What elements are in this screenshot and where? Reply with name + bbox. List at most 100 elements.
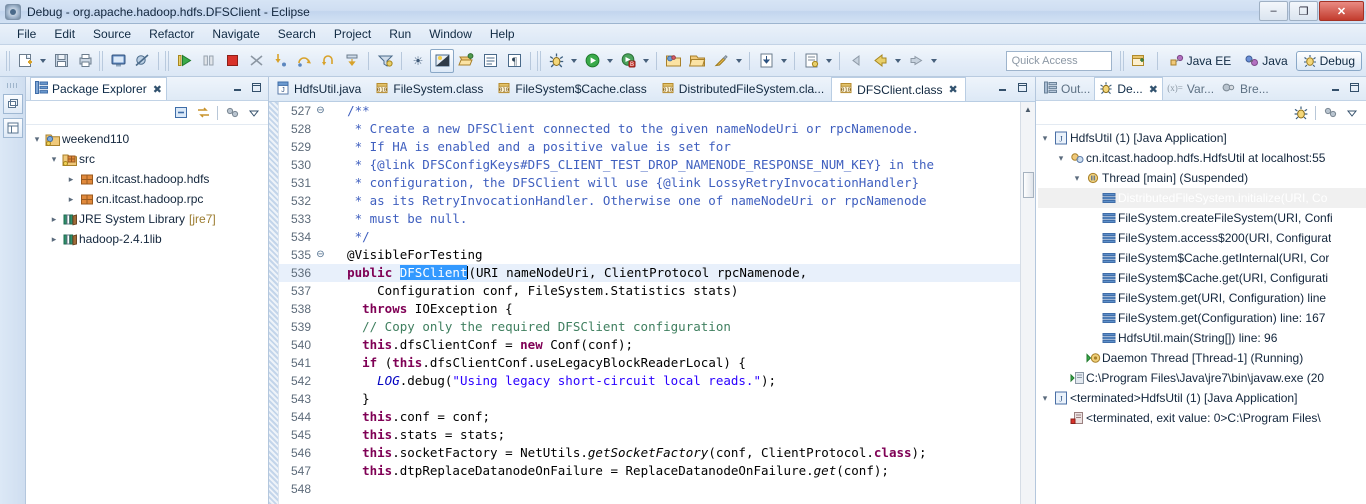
perspective-java-ee[interactable]: Java EE [1164, 52, 1238, 70]
package-explorer-fastview-icon[interactable] [2, 118, 23, 138]
open-type-icon[interactable] [454, 49, 478, 73]
package-explorer-tree[interactable]: ▾ weekend110 ▾ src ▸ cn.itcast.hadoop.hdfs ▸ cn… [26, 125, 268, 249]
show-whitespace-icon[interactable]: ¶ [502, 49, 526, 73]
maximize-editor-icon[interactable] [1016, 81, 1029, 97]
debug-tree-item[interactable]: FileSystem.get(URI, Configuration) line [1038, 288, 1366, 308]
code-line[interactable]: 537 Configuration conf, FileSystem.Stati… [279, 282, 1020, 300]
expand-arrow-icon[interactable]: ▾ [30, 134, 44, 145]
new-java-package-icon[interactable] [661, 49, 685, 73]
menu-item-refactor[interactable]: Refactor [140, 25, 203, 43]
code-line[interactable]: 535 ⊖ @VisibleForTesting [279, 246, 1020, 264]
open-task-icon[interactable] [478, 49, 502, 73]
toolbar-grip[interactable] [99, 50, 104, 71]
fast-view-grip[interactable] [6, 83, 19, 88]
use-step-filters-icon[interactable] [373, 49, 397, 73]
maximize-view-icon[interactable] [250, 81, 263, 97]
debug-perspective-icon[interactable] [544, 49, 568, 73]
debug-tab-bre[interactable]: Bre... [1218, 79, 1273, 99]
tree-item-src[interactable]: ▾ src [30, 149, 268, 169]
code-line[interactable]: 527 ⊖ /** [279, 102, 1020, 120]
code-line[interactable]: 529 * If HA is enabled and a positive va… [279, 138, 1020, 156]
debug-tree-item[interactable]: FileSystem$Cache.get(URI, Configurati [1038, 268, 1366, 288]
tree-item-hadoop-2-4-1lib[interactable]: ▸ hadoop-2.4.1lib [30, 229, 268, 249]
suspend-icon[interactable] [196, 49, 220, 73]
minimize-view-icon[interactable] [1329, 81, 1342, 97]
menu-item-navigate[interactable]: Navigate [203, 25, 268, 43]
scroll-up-icon[interactable]: ▲ [1021, 102, 1036, 117]
code-line[interactable]: 528 * Create a new DFSClient connected t… [279, 120, 1020, 138]
tree-item-weekend110[interactable]: ▾ weekend110 [30, 129, 268, 149]
expand-arrow-icon[interactable]: ▸ [64, 174, 78, 185]
code-line[interactable]: 548 [279, 480, 1020, 498]
perspective-java[interactable]: Java [1239, 52, 1293, 70]
debug-caret[interactable] [571, 58, 577, 63]
expand-arrow-icon[interactable]: ▾ [1070, 173, 1084, 184]
scrollbar-thumb[interactable] [1022, 172, 1034, 198]
close-icon[interactable]: ✖ [949, 83, 958, 96]
tree-item-jre-system-library[interactable]: ▸ JRE System Library [jre7] [30, 209, 268, 229]
toolbar-grip[interactable] [537, 50, 542, 71]
back-caret[interactable] [895, 58, 901, 63]
run-icon[interactable] [580, 49, 604, 73]
editor-tab-filesystem-cache-class[interactable]: 010 FileSystem$Cache.class [490, 77, 653, 101]
close-icon[interactable]: ✖ [153, 83, 162, 96]
menu-item-source[interactable]: Source [84, 25, 140, 43]
open-folder-icon[interactable] [685, 49, 709, 73]
external-tools-caret[interactable] [736, 58, 742, 63]
print-icon[interactable] [73, 49, 97, 73]
debug-tree-item[interactable]: DistributedFileSystem.initialize(URI, Co [1038, 188, 1366, 208]
focus-on-active-task-icon[interactable] [224, 105, 240, 121]
coverage-icon[interactable]: B [616, 49, 640, 73]
code-line[interactable]: 547 this.dtpReplaceDatanodeOnFailure = R… [279, 462, 1020, 480]
code-line[interactable]: 532 * as its RetryInvocationHandler. Oth… [279, 192, 1020, 210]
code-line[interactable]: 545 this.stats = stats; [279, 426, 1020, 444]
back-small-icon[interactable] [844, 49, 868, 73]
code-line[interactable]: 543 } [279, 390, 1020, 408]
annotation-icon[interactable] [799, 49, 823, 73]
coverage-caret[interactable] [643, 58, 649, 63]
quick-access-input[interactable]: Quick Access [1005, 50, 1112, 71]
editor-vertical-scrollbar[interactable]: ▲ [1020, 102, 1035, 504]
drop-to-frame-icon[interactable] [340, 49, 364, 73]
menu-item-help[interactable]: Help [481, 25, 524, 43]
code-line[interactable]: 542 LOG.debug("Using legacy short-circui… [279, 372, 1020, 390]
editor-tab-dfsclient-class[interactable]: 010 DFSClient.class ✖ [831, 77, 966, 101]
debug-tree-item[interactable]: Daemon Thread [Thread-1] (Running) [1038, 348, 1366, 368]
debug-tree-item[interactable]: FileSystem.access$200(URI, Configurat [1038, 228, 1366, 248]
menu-item-search[interactable]: Search [269, 25, 325, 43]
menu-item-file[interactable]: File [8, 25, 45, 43]
code-line[interactable]: 541 if (this.dfsClientConf.useLegacyBloc… [279, 354, 1020, 372]
debug-tree-item[interactable]: ▾ cn.itcast.hadoop.hdfs.HdfsUtil at local… [1038, 148, 1366, 168]
expand-arrow-icon[interactable]: ▾ [47, 154, 61, 165]
minimize-editor-icon[interactable] [996, 81, 1009, 97]
debug-tree-item[interactable]: HdfsUtil.main(String[]) line: 96 [1038, 328, 1366, 348]
download-caret[interactable] [781, 58, 787, 63]
minimize-button[interactable]: – [1259, 1, 1288, 21]
expand-arrow-icon[interactable]: ▾ [1038, 393, 1052, 404]
maximize-view-icon[interactable] [1348, 81, 1361, 97]
collapse-all-icon[interactable] [173, 105, 189, 121]
resume-icon[interactable] [172, 49, 196, 73]
forward-icon[interactable] [904, 49, 928, 73]
debug-tree-item[interactable]: ▾ Thread [main] (Suspended) [1038, 168, 1366, 188]
debug-tree-item[interactable]: FileSystem$Cache.getInternal(URI, Cor [1038, 248, 1366, 268]
code-line[interactable]: 546 this.socketFactory = NetUtils.getSoc… [279, 444, 1020, 462]
toolbar-grip[interactable] [165, 50, 170, 71]
open-console-icon[interactable] [106, 49, 130, 73]
open-perspective-icon[interactable] [1127, 49, 1151, 73]
menu-item-run[interactable]: Run [380, 25, 420, 43]
fold-toggle-icon[interactable]: ⊖ [315, 246, 326, 264]
step-over-icon[interactable] [292, 49, 316, 73]
view-menu-icon[interactable] [246, 105, 262, 121]
debug-launch-icon[interactable]: ☀ [406, 49, 430, 73]
minimize-view-icon[interactable] [231, 81, 244, 97]
close-icon[interactable]: ✖ [1149, 83, 1158, 96]
debug-tree-item[interactable]: ▾ J HdfsUtil (1) [Java Application] [1038, 128, 1366, 148]
debug-tree-item[interactable]: C:\Program Files\Java\jre7\bin\javaw.exe… [1038, 368, 1366, 388]
step-return-icon[interactable] [316, 49, 340, 73]
menu-item-window[interactable]: Window [420, 25, 481, 43]
debug-tree-item[interactable]: <terminated, exit value: 0>C:\Program Fi… [1038, 408, 1366, 428]
perspective-debug[interactable]: Debug [1295, 50, 1362, 71]
debug-tree-item[interactable]: FileSystem.createFileSystem(URI, Confi [1038, 208, 1366, 228]
new-dropdown-caret[interactable] [40, 58, 46, 63]
